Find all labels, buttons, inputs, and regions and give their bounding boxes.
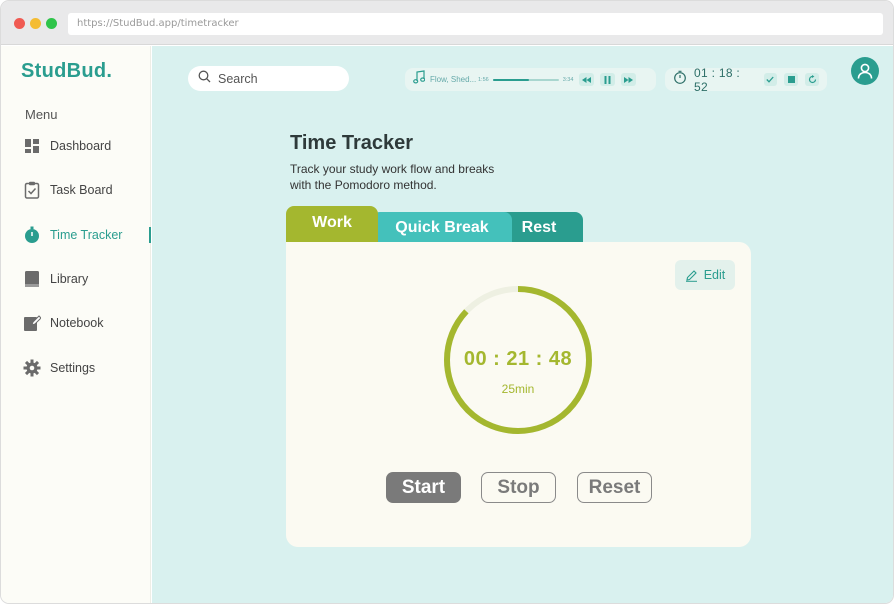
app-logo[interactable]: StudBud. bbox=[21, 60, 112, 83]
track-elapsed: 1:56 bbox=[478, 76, 489, 83]
tab-quick-break[interactable]: Quick Break bbox=[372, 212, 512, 244]
track-progress-fill bbox=[492, 78, 530, 81]
page-description: Track your study work flow and breaks wi… bbox=[290, 162, 495, 192]
music-player: Flow, Shed... 1:56 3:34 bbox=[405, 68, 656, 91]
sidebar-item-notebook[interactable]: Notebook bbox=[23, 312, 104, 334]
user-icon bbox=[857, 63, 873, 79]
sidebar-item-label: Library bbox=[50, 272, 89, 286]
music-note-icon bbox=[413, 70, 426, 89]
edit-button[interactable]: Edit bbox=[675, 260, 735, 290]
sidebar-item-dashboard[interactable]: Dashboard bbox=[23, 135, 111, 157]
sidebar-item-settings[interactable]: Settings bbox=[23, 357, 95, 379]
book-icon bbox=[23, 270, 41, 288]
timer-card: Edit 00 : 21 : 48 25min Start Stop Reset bbox=[286, 242, 751, 547]
track-progress-bar[interactable] bbox=[492, 78, 559, 81]
sidebar-item-time-tracker[interactable]: Time Tracker bbox=[23, 224, 122, 246]
next-track-button[interactable] bbox=[621, 73, 637, 86]
sidebar-item-label: Task Board bbox=[50, 183, 113, 197]
pause-button[interactable] bbox=[600, 73, 616, 86]
reset-icon bbox=[808, 75, 816, 84]
close-window-button[interactable] bbox=[14, 18, 25, 29]
search-placeholder: Search bbox=[218, 71, 258, 86]
browser-chrome: https://StudBud.app/timetracker bbox=[1, 1, 893, 45]
menu-label: Menu bbox=[25, 107, 58, 122]
stopwatch-icon bbox=[673, 70, 687, 89]
sidebar-item-label: Settings bbox=[50, 361, 96, 375]
sidebar: StudBud. Menu Dashboard Task Board Time … bbox=[1, 46, 151, 603]
timer-icon bbox=[23, 226, 41, 244]
search-input[interactable]: Search bbox=[188, 66, 349, 91]
header-stopwatch: 01 : 18 : 52 bbox=[665, 65, 827, 94]
reset-button[interactable]: Reset bbox=[577, 472, 652, 503]
browser-window: https://StudBud.app/timetracker StudBud.… bbox=[1, 1, 893, 603]
address-bar[interactable]: https://StudBud.app/timetracker bbox=[68, 13, 883, 35]
clipboard-icon bbox=[23, 181, 41, 199]
check-icon bbox=[766, 76, 775, 83]
stopwatch-stop-button[interactable] bbox=[784, 73, 799, 86]
sidebar-item-label: Time Tracker bbox=[50, 228, 123, 242]
tab-work[interactable]: Work bbox=[286, 206, 378, 246]
previous-track-button[interactable] bbox=[579, 73, 595, 86]
session-duration: 25min bbox=[501, 382, 535, 396]
search-icon bbox=[198, 70, 211, 88]
stopwatch-check-button[interactable] bbox=[763, 73, 778, 86]
main-content: Search Flow, Shed... 1:56 3:34 01: 18:… bbox=[152, 46, 893, 603]
notebook-icon bbox=[23, 314, 41, 332]
sidebar-item-label: Dashboard bbox=[50, 139, 112, 153]
skip-forward-icon bbox=[624, 76, 634, 83]
user-avatar[interactable] bbox=[851, 57, 879, 85]
edit-label: Edit bbox=[703, 268, 726, 282]
maximize-window-button[interactable] bbox=[46, 18, 57, 29]
dashboard-icon bbox=[23, 137, 41, 155]
skip-back-icon bbox=[582, 76, 592, 83]
pause-icon bbox=[604, 75, 611, 84]
minimize-window-button[interactable] bbox=[30, 18, 41, 29]
gear-icon bbox=[23, 359, 41, 377]
stop-button[interactable]: Stop bbox=[481, 472, 556, 503]
stop-icon bbox=[787, 76, 795, 83]
track-title: Flow, Shed... bbox=[430, 75, 477, 84]
track-duration: 3:34 bbox=[562, 76, 574, 83]
stopwatch-time: 01 : 18 : 52 bbox=[694, 65, 741, 94]
countdown-clock: 00 : 21 : 48 bbox=[463, 348, 573, 370]
sidebar-item-label: Notebook bbox=[50, 316, 104, 330]
start-button[interactable]: Start bbox=[386, 472, 461, 503]
active-indicator bbox=[149, 227, 151, 243]
stopwatch-reset-button[interactable] bbox=[805, 73, 820, 86]
sidebar-item-task-board[interactable]: Task Board bbox=[23, 179, 113, 201]
page-title: Time Tracker bbox=[290, 132, 414, 154]
pencil-icon bbox=[685, 269, 697, 282]
sidebar-item-library[interactable]: Library bbox=[23, 268, 88, 290]
